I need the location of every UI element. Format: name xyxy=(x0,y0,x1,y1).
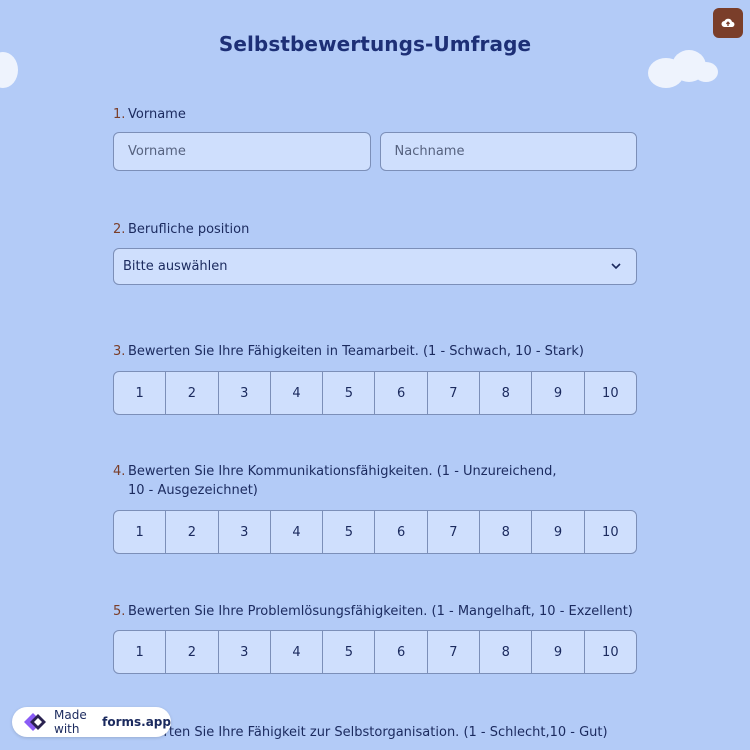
question-number: 2. xyxy=(113,222,126,237)
question-text: Bewerten Sie Ihre Problemlösungsfähigkei… xyxy=(128,604,633,619)
position-select[interactable]: Bitte auswählen xyxy=(113,248,637,285)
brand-name: forms.app xyxy=(102,715,171,729)
question-text: Vorname xyxy=(128,107,186,122)
rating-option[interactable]: 9 xyxy=(532,631,585,673)
rating-option[interactable]: 6 xyxy=(375,631,428,673)
rating-option[interactable]: 10 xyxy=(585,631,636,673)
question-6: Bewerten Sie Ihre Fähigkeit zur Selbstor… xyxy=(113,723,637,742)
rating-option[interactable]: 4 xyxy=(271,372,324,414)
question-1-label: 1. Vorname xyxy=(113,105,637,124)
question-5-label: 5. Bewerten Sie Ihre Problemlösungsfähig… xyxy=(113,602,637,621)
rating-option[interactable]: 10 xyxy=(585,372,636,414)
rating-option[interactable]: 5 xyxy=(323,511,376,553)
rating-option[interactable]: 5 xyxy=(323,372,376,414)
rating-scale-teamwork: 1 2 3 4 5 6 7 8 9 10 xyxy=(113,371,637,415)
cloud-upload-icon xyxy=(721,14,735,33)
rating-option[interactable]: 9 xyxy=(532,511,585,553)
question-3: 3. Bewerten Sie Ihre Fähigkeiten in Team… xyxy=(113,342,637,415)
question-4: 4. Bewerten Sie Ihre Kommunikationsfähig… xyxy=(113,462,637,554)
last-name-placeholder: Nachname xyxy=(394,144,465,159)
first-name-input[interactable]: Vorname xyxy=(113,132,371,171)
form-title: Selbstbewertungs-Umfrage xyxy=(218,32,532,56)
made-with-text: Made with xyxy=(54,708,87,736)
rating-option[interactable]: 7 xyxy=(428,372,481,414)
rating-option[interactable]: 3 xyxy=(219,511,271,553)
rating-option[interactable]: 5 xyxy=(323,631,376,673)
rating-option[interactable]: 7 xyxy=(428,511,481,553)
rating-option[interactable]: 2 xyxy=(166,631,219,673)
rating-scale-problem-solving: 1 2 3 4 5 6 7 8 9 10 xyxy=(113,630,637,674)
formsapp-logo-icon xyxy=(20,710,50,734)
rating-option[interactable]: 1 xyxy=(114,511,167,553)
question-4-label: 4. Bewerten Sie Ihre Kommunikationsfähig… xyxy=(113,462,637,500)
rating-option[interactable]: 3 xyxy=(219,372,271,414)
rating-option[interactable]: 3 xyxy=(219,631,271,673)
position-select-value: Bitte auswählen xyxy=(123,259,228,274)
rating-option[interactable]: 2 xyxy=(166,372,219,414)
question-text: Berufliche position xyxy=(128,222,250,237)
rating-option[interactable]: 7 xyxy=(428,631,481,673)
rating-scale-communication: 1 2 3 4 5 6 7 8 9 10 xyxy=(113,510,637,554)
rating-option[interactable]: 9 xyxy=(532,372,585,414)
made-with-badge[interactable]: Made with forms.app xyxy=(12,707,171,737)
rating-option[interactable]: 4 xyxy=(271,631,324,673)
question-number: 4. xyxy=(113,464,126,479)
rating-option[interactable]: 8 xyxy=(480,631,533,673)
cloud-right-c xyxy=(694,62,718,82)
rating-option[interactable]: 8 xyxy=(480,511,533,553)
rating-option[interactable]: 6 xyxy=(375,511,428,553)
question-text: Bewerten Sie Ihre Fähigkeiten in Teamarb… xyxy=(128,344,584,359)
question-3-label: 3. Bewerten Sie Ihre Fähigkeiten in Team… xyxy=(113,342,637,361)
question-5: 5. Bewerten Sie Ihre Problemlösungsfähig… xyxy=(113,602,637,674)
chevron-down-icon xyxy=(610,259,622,274)
question-6-label: Bewerten Sie Ihre Fähigkeit zur Selbstor… xyxy=(113,723,637,742)
cloud-left xyxy=(0,52,18,88)
question-2-label: 2. Berufliche position xyxy=(113,220,637,239)
question-text: Bewerten Sie Ihre Fähigkeit zur Selbstor… xyxy=(128,725,608,740)
question-number: 5. xyxy=(113,604,126,619)
question-2: 2. Berufliche position Bitte auswählen xyxy=(113,220,637,285)
first-name-placeholder: Vorname xyxy=(128,144,186,159)
question-number: 3. xyxy=(113,344,126,359)
question-number: 1. xyxy=(113,107,126,122)
question-text: Bewerten Sie Ihre Kommunikationsfähigkei… xyxy=(128,464,557,498)
rating-option[interactable]: 6 xyxy=(375,372,428,414)
rating-option[interactable]: 4 xyxy=(271,511,324,553)
rating-option[interactable]: 1 xyxy=(114,631,167,673)
rating-option[interactable]: 2 xyxy=(166,511,219,553)
last-name-input[interactable]: Nachname xyxy=(379,132,637,171)
rating-option[interactable]: 1 xyxy=(114,372,167,414)
question-1: 1. Vorname Vorname Nachname xyxy=(113,105,637,171)
rating-option[interactable]: 10 xyxy=(585,511,636,553)
rating-option[interactable]: 8 xyxy=(480,372,533,414)
